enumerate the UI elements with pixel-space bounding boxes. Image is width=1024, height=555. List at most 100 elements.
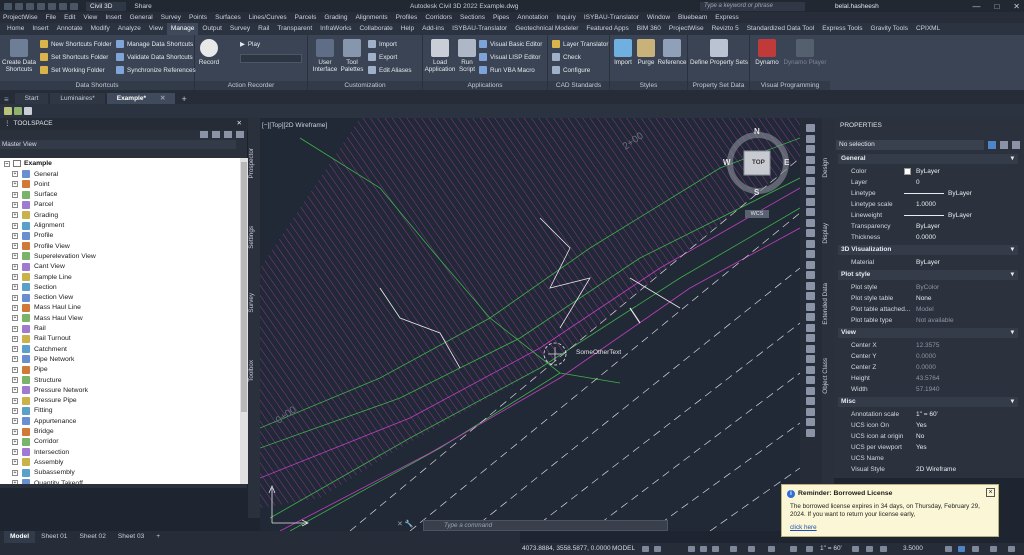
property-value[interactable]: None (916, 293, 932, 304)
property-row-ucs-per-viewport[interactable]: UCS per viewport Yes (838, 442, 1018, 453)
expand-icon[interactable]: + (12, 191, 18, 198)
property-row-center-y[interactable]: Center Y 0.0000 (838, 351, 1018, 362)
ribbon-tab-transparent[interactable]: Transparent (273, 23, 316, 35)
property-row-annotation-scale[interactable]: Annotation scale 1" = 60' (838, 409, 1018, 420)
tab-object-class[interactable]: Object Class (822, 358, 834, 394)
palette-grip-icon[interactable]: ⋮ (4, 120, 11, 127)
collapse-chevron-icon[interactable]: ▾ (1011, 328, 1014, 338)
nav-tool-icon[interactable] (806, 428, 815, 437)
ribbon-tab-home[interactable]: Home (3, 23, 28, 35)
save-icon[interactable] (26, 2, 34, 10)
property-value[interactable]: 0.0000 (916, 362, 936, 373)
print-icon[interactable] (48, 2, 56, 10)
expand-icon[interactable]: + (12, 171, 18, 177)
nav-tool-icon[interactable] (806, 250, 815, 258)
property-row-ucs-icon-on[interactable]: UCS icon On Yes (838, 420, 1018, 431)
property-category-plot-style[interactable]: Plot style ▾ (838, 270, 1018, 280)
tree-item-corridor[interactable]: + Corridor (12, 437, 59, 446)
property-value[interactable]: ByLayer (916, 257, 940, 268)
visual-lisp-editor-button[interactable]: Visual LISP Editor (479, 53, 541, 61)
menu-projectwise[interactable]: ProjectWise (3, 14, 38, 21)
property-value[interactable]: 43.5764 (916, 373, 940, 384)
toolspace-icon[interactable] (4, 107, 12, 115)
new-shortcuts-folder-button[interactable]: New Shortcuts Folder (40, 40, 112, 48)
nav-tool-icon[interactable] (806, 145, 815, 153)
tree-item-intersection[interactable]: + Intersection (12, 448, 69, 457)
viewport-controls-label[interactable]: [−][Top][2D Wireframe] (262, 122, 327, 129)
tree-item-pipe-network[interactable]: + Pipe Network (12, 355, 74, 364)
gear-icon[interactable] (852, 546, 859, 552)
styles-import-button[interactable]: Import (611, 39, 635, 66)
menu-annotation[interactable]: Annotation (517, 14, 548, 21)
user-account[interactable]: belal.hasheesh (835, 3, 879, 10)
export-customization-button[interactable]: Export (368, 53, 397, 61)
tree-item-pressure-pipe[interactable]: + Pressure Pipe (12, 396, 77, 405)
doc-tab-luminaires[interactable]: Luminaires* (50, 93, 105, 104)
purge-button[interactable]: Purge (635, 39, 657, 66)
tree-item-sample-line[interactable]: + Sample Line (12, 273, 72, 281)
property-row-plot-table-type[interactable]: Plot table type Not available (838, 315, 1018, 326)
tab-display[interactable]: Display (822, 223, 834, 244)
tree-item-structure[interactable]: + Structure (12, 376, 62, 384)
nav-tool-icon[interactable] (806, 365, 815, 374)
collapse-chevron-icon[interactable]: ▾ (1011, 397, 1014, 407)
ribbon-tab-view[interactable]: View (145, 23, 167, 35)
manage-data-shortcuts-button[interactable]: Manage Data Shortcuts (116, 40, 193, 48)
expand-icon[interactable]: + (12, 181, 18, 188)
dynamo-button[interactable]: Dynamo (754, 39, 780, 66)
wrench-icon[interactable]: 🔧 (405, 521, 414, 528)
expand-icon[interactable]: + (12, 438, 18, 445)
expand-icon[interactable]: + (12, 315, 18, 322)
menu-isybau-translator[interactable]: ISYBAU-Translator (584, 14, 639, 21)
menu-general[interactable]: General (130, 14, 153, 21)
nav-tool-icon[interactable] (806, 397, 815, 405)
property-value[interactable]: ByLayer (948, 210, 972, 221)
ribbon-tab-infraworks[interactable]: InfraWorks (316, 23, 355, 35)
tree-item-general[interactable]: + General (12, 170, 58, 178)
drawing-viewport[interactable]: [−][Top][2D Wireframe] TOP N S E W WCS S… (260, 118, 800, 531)
panel-title[interactable]: Data Shortcuts (0, 81, 194, 90)
tree-item-grading[interactable]: + Grading (12, 211, 58, 220)
menu-window[interactable]: Window (647, 14, 670, 21)
layout-tab-sheet-02[interactable]: Sheet 02 (73, 531, 111, 543)
expand-icon[interactable]: + (12, 428, 18, 435)
tab-toolbox[interactable]: Toolbox (248, 360, 260, 382)
hardware-acceleration-icon[interactable] (958, 546, 965, 552)
nav-tool-icon[interactable] (806, 197, 815, 206)
reference-button[interactable]: Reference (657, 39, 687, 66)
property-row-plot-style[interactable]: Plot style ByColor (838, 282, 1018, 293)
import-customization-button[interactable]: Import (368, 40, 397, 48)
ribbon-tab-geotechnical-modeler[interactable]: Geotechnical Modeler (511, 23, 582, 35)
polar-icon[interactable] (700, 546, 707, 552)
menu-surfaces[interactable]: Surfaces (215, 14, 241, 21)
menu-profiles[interactable]: Profiles (396, 14, 418, 21)
property-value[interactable]: ByColor (916, 282, 939, 293)
expand-icon[interactable]: + (12, 407, 18, 414)
expand-icon[interactable]: + (12, 397, 18, 404)
property-row-plot-style-table[interactable]: Plot style table None (838, 293, 1018, 304)
property-value[interactable]: 1" = 60' (916, 409, 938, 420)
tree-item-subassembly[interactable]: + Subassembly (12, 468, 75, 477)
nav-tool-icon[interactable] (806, 407, 815, 416)
snap-icon[interactable] (654, 546, 661, 552)
open-file-icon[interactable] (15, 2, 23, 10)
selection-cycling-icon[interactable] (768, 546, 775, 552)
tree-item-assembly[interactable]: + Assembly (12, 458, 63, 467)
search-input[interactable]: Type a keyword or phrase (700, 1, 805, 11)
hamburger-icon[interactable] (1008, 546, 1015, 552)
property-value[interactable]: 0.0000 (916, 232, 936, 243)
nav-tool-icon[interactable] (806, 218, 815, 227)
property-value[interactable]: 12.3575 (916, 340, 940, 351)
nav-tool-icon[interactable] (806, 155, 815, 164)
menu-insert[interactable]: Insert (105, 14, 121, 21)
property-row-linetype-scale[interactable]: Linetype scale 1.0000 (838, 199, 1018, 210)
expand-icon[interactable]: + (12, 212, 18, 219)
menu-edit[interactable]: Edit (64, 14, 75, 21)
quick-select-icon[interactable] (1012, 141, 1020, 149)
expand-icon[interactable]: + (12, 284, 18, 291)
notification-close-button[interactable]: × (986, 488, 995, 497)
property-value[interactable]: 2D Wireframe (916, 464, 956, 475)
new-tab-icon[interactable]: + (181, 94, 186, 104)
close-tab-icon[interactable]: ✕ (160, 95, 165, 102)
autoscale-icon[interactable] (806, 546, 813, 552)
